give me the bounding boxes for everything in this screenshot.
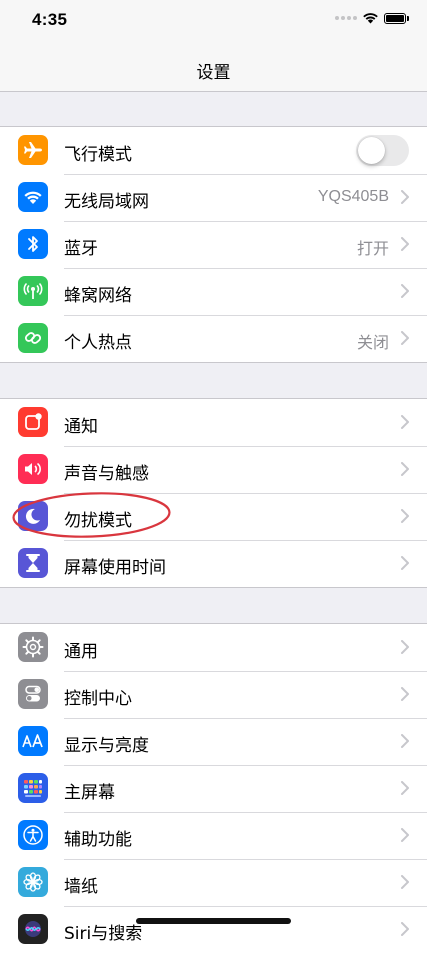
status-bar: 4:35 — [0, 0, 427, 44]
bluetooth-icon — [18, 229, 48, 259]
settings-row-label: 显示与亮度 — [64, 736, 149, 756]
settings-row-label: 无线局域网 — [64, 192, 149, 212]
moon-icon — [18, 501, 48, 531]
status-time: 4:35 — [32, 10, 68, 29]
settings-group-general: 通用 控制中心 显示与亮度 主屏幕 辅助功能 墙纸 Siri与搜索 — [0, 623, 427, 953]
notifications-icon — [18, 407, 48, 437]
settings-row-label: 屏幕使用时间 — [64, 558, 166, 578]
navigation-bar: 设置 — [0, 44, 427, 92]
text-size-icon — [18, 726, 48, 756]
app-grid-icon — [18, 773, 48, 803]
signal-strength-icon — [335, 16, 357, 20]
chevron-right-icon — [401, 190, 409, 204]
wifi-icon — [18, 182, 48, 212]
chevron-right-icon — [401, 331, 409, 345]
settings-row-personal-hotspot[interactable]: 个人热点 关闭 — [0, 315, 427, 362]
settings-row-label: 通用 — [64, 642, 98, 662]
settings-row-display-brightness[interactable]: 显示与亮度 — [0, 718, 427, 765]
chevron-right-icon — [401, 509, 409, 523]
settings-row-siri-search[interactable]: Siri与搜索 — [0, 906, 427, 953]
settings-row-label: 通知 — [64, 417, 98, 437]
battery-icon — [384, 12, 409, 24]
page-title: 设置 — [196, 63, 231, 83]
settings-row-do-not-disturb[interactable]: 勿扰模式 — [0, 493, 427, 540]
settings-row-label: 控制中心 — [64, 689, 132, 709]
settings-row-home-screen[interactable]: 主屏幕 — [0, 765, 427, 812]
wifi-status-icon — [363, 13, 378, 24]
airplane-icon — [18, 135, 48, 165]
flower-icon — [18, 867, 48, 897]
settings-row-label: 声音与触感 — [64, 464, 149, 484]
chevron-right-icon — [401, 462, 409, 476]
settings-row-general[interactable]: 通用 — [0, 624, 427, 671]
settings-row-cellular[interactable]: 蜂窝网络 — [0, 268, 427, 315]
settings-row-accessibility[interactable]: 辅助功能 — [0, 812, 427, 859]
wifi-network-name: YQS405B — [317, 188, 389, 205]
hotspot-link-icon — [18, 323, 48, 353]
hotspot-status: 关闭 — [356, 335, 389, 352]
airplane-mode-toggle[interactable] — [356, 135, 409, 166]
siri-icon — [18, 914, 48, 944]
settings-row-label: 墙纸 — [64, 877, 98, 897]
settings-row-label: 蓝牙 — [64, 239, 98, 259]
settings-row-sounds-haptics[interactable]: 声音与触感 — [0, 446, 427, 493]
settings-row-control-center[interactable]: 控制中心 — [0, 671, 427, 718]
accessibility-icon — [18, 820, 48, 850]
settings-row-label: 蜂窝网络 — [64, 286, 132, 306]
settings-row-label: 辅助功能 — [64, 830, 132, 850]
settings-row-wallpaper[interactable]: 墙纸 — [0, 859, 427, 906]
settings-row-bluetooth[interactable]: 蓝牙 打开 — [0, 221, 427, 268]
chevron-right-icon — [401, 284, 409, 298]
chevron-right-icon — [401, 640, 409, 654]
chevron-right-icon — [401, 556, 409, 570]
chevron-right-icon — [401, 828, 409, 842]
settings-row-label: 勿扰模式 — [64, 511, 132, 531]
settings-group-notifications: 通知 声音与触感 勿扰模式 屏幕使用时间 — [0, 398, 427, 588]
settings-row-airplane-mode[interactable]: 飞行模式 — [0, 127, 427, 174]
settings-row-label: 个人热点 — [64, 333, 132, 353]
chevron-right-icon — [401, 875, 409, 889]
chevron-right-icon — [401, 781, 409, 795]
settings-row-notifications[interactable]: 通知 — [0, 399, 427, 446]
toggles-icon — [18, 679, 48, 709]
status-indicators — [335, 12, 409, 24]
settings-row-label: 飞行模式 — [64, 145, 132, 165]
bluetooth-status: 打开 — [356, 241, 389, 258]
gear-icon — [18, 632, 48, 662]
chevron-right-icon — [401, 734, 409, 748]
chevron-right-icon — [401, 415, 409, 429]
settings-row-screen-time[interactable]: 屏幕使用时间 — [0, 540, 427, 587]
settings-row-wifi[interactable]: 无线局域网 YQS405B — [0, 174, 427, 221]
settings-row-label: 主屏幕 — [64, 783, 115, 803]
chevron-right-icon — [401, 687, 409, 701]
settings-group-connectivity: 飞行模式 无线局域网 YQS405B 蓝牙 打开 蜂窝网络 个人热点 关闭 — [0, 126, 427, 363]
hourglass-icon — [18, 548, 48, 578]
home-indicator[interactable] — [136, 918, 291, 924]
chevron-right-icon — [401, 237, 409, 251]
cellular-antenna-icon — [18, 276, 48, 306]
chevron-right-icon — [401, 922, 409, 936]
speaker-icon — [18, 454, 48, 484]
